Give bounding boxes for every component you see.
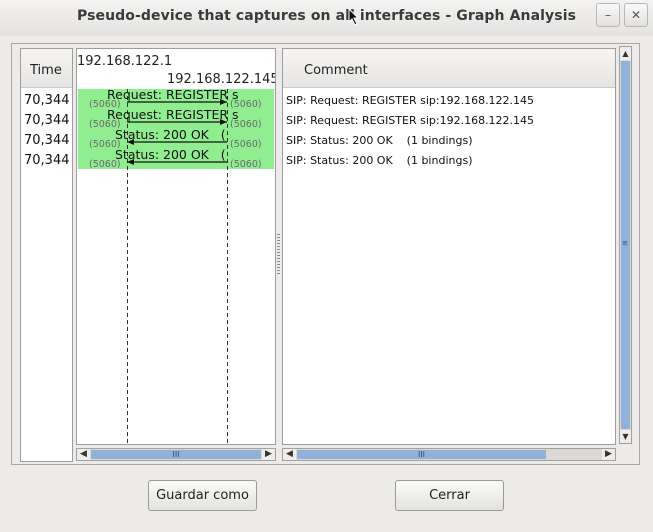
- comment-panel: Comment SIP: Request: REGISTER sip:192.1…: [282, 48, 616, 445]
- scroll-down-icon[interactable]: ▼: [620, 430, 631, 443]
- close-window-button[interactable]: ✕: [624, 3, 648, 27]
- close-icon: ✕: [630, 8, 642, 22]
- comment-header: Comment: [283, 49, 615, 88]
- grip-icon: III: [417, 450, 426, 459]
- comment-row[interactable]: SIP: Status: 200 OK (1 bindings): [286, 134, 472, 147]
- comment-row[interactable]: SIP: Request: REGISTER sip:192.168.122.1…: [286, 94, 534, 107]
- graph-panel[interactable]: 192.168.122.1 192.168.122.145 Request: R…: [76, 48, 276, 445]
- time-cell[interactable]: 70,344: [24, 133, 70, 148]
- pane-splitter[interactable]: [277, 234, 280, 274]
- comment-row[interactable]: SIP: Request: REGISTER sip:192.168.122.1…: [286, 114, 534, 127]
- time-cell[interactable]: 70,344: [24, 93, 70, 108]
- save-as-button[interactable]: Guardar como: [148, 480, 257, 511]
- arrow-label[interactable]: Status: 200 OK (: [115, 147, 226, 162]
- grip-icon: III: [172, 450, 180, 459]
- time-panel: Time 70,344 70,344 70,344 70,344: [20, 48, 73, 462]
- minimize-button[interactable]: –: [596, 3, 620, 27]
- comment-hscrollbar[interactable]: ◀ III ▶: [282, 448, 616, 461]
- graph-frame: Time 70,344 70,344 70,344 70,344 192.168…: [11, 43, 640, 465]
- close-button[interactable]: Cerrar: [395, 480, 504, 511]
- time-cell[interactable]: 70,344: [24, 153, 70, 168]
- scroll-left-icon[interactable]: ◀: [283, 449, 296, 460]
- dst-port-label: (5060): [230, 139, 262, 150]
- vertical-scrollbar[interactable]: ▲ ≡ ▼: [619, 46, 632, 444]
- arrow-label[interactable]: Status: 200 OK (: [115, 127, 226, 142]
- arrow-label[interactable]: Request: REGISTER s: [107, 107, 239, 122]
- src-port-label: (5060): [89, 159, 121, 170]
- mouse-cursor-icon: [348, 8, 360, 26]
- time-cell[interactable]: 70,344: [24, 113, 70, 128]
- arrow-label[interactable]: Request: REGISTER s: [107, 87, 239, 102]
- scroll-thumb[interactable]: III: [297, 450, 546, 459]
- scroll-thumb[interactable]: III: [91, 450, 261, 459]
- comment-header-label: Comment: [304, 63, 368, 78]
- title-bar: Pseudo-device that captures on all inter…: [0, 0, 653, 36]
- scroll-up-icon[interactable]: ▲: [620, 47, 631, 60]
- time-header-label: Time: [30, 63, 62, 78]
- grip-icon: ≡: [622, 239, 628, 247]
- comment-row[interactable]: SIP: Status: 200 OK (1 bindings): [286, 154, 472, 167]
- minimize-icon: –: [605, 8, 611, 22]
- scroll-right-icon[interactable]: ▶: [262, 449, 275, 460]
- scroll-right-icon[interactable]: ▶: [602, 449, 615, 460]
- time-header: Time: [21, 49, 72, 88]
- dst-port-label: (5060): [230, 159, 262, 170]
- window-title: Pseudo-device that captures on all inter…: [76, 8, 577, 24]
- scroll-left-icon[interactable]: ◀: [77, 449, 90, 460]
- graph-hscrollbar[interactable]: ◀ III ▶: [76, 448, 276, 461]
- dst-port-label: (5060): [230, 119, 262, 130]
- vertical-scroll-thumb[interactable]: ≡: [621, 61, 630, 429]
